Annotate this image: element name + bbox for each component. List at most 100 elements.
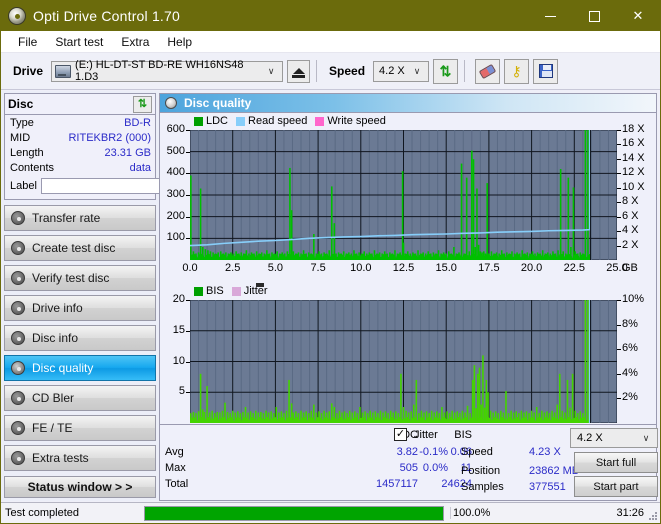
app-window: Opti Drive Control 1.70 ✕ File Start tes… [0,0,661,524]
sidebar-item-fe-te[interactable]: FE / TE [4,415,156,441]
sidebar-item-extra-tests[interactable]: Extra tests [4,445,156,471]
menu-item-extra[interactable]: Extra [112,33,158,51]
samples-stat-value: 377551 [529,481,566,493]
tick [186,195,190,196]
legend-label: Read speed [248,115,308,127]
bis-jitter-chart-y2tick: 6% [622,342,638,355]
sidebar-item-disc-quality[interactable]: Disc quality [4,355,156,381]
toolbar: Drive (E:) HL-DT-ST BD-RE WH16NS48 1.D3 … [1,53,660,90]
bis-jitter-chart-ytick: 15 [172,323,185,336]
tick [186,392,190,394]
progress-bar [144,505,444,521]
tick [186,238,190,240]
resize-grip[interactable] [647,510,657,520]
erase-button[interactable] [475,58,501,84]
disc-icon [11,331,25,345]
legend-item: Read speed [236,115,307,127]
ldc-chart [190,130,617,260]
start-part-button[interactable]: Start part [574,476,658,497]
tick [186,300,190,301]
ldc-chart-y2tick: 12 X [622,166,645,179]
ldc-chart-xtick: 2.5 [225,262,241,274]
start-full-button[interactable]: Start full [574,452,658,473]
legend-swatch-icon [231,286,241,296]
stats-ldc-total: 1457117 [375,478,418,490]
sidebar-item-verify-test-disc[interactable]: Verify test disc [4,265,156,291]
drive-icon [55,64,72,78]
disc-icon [11,391,25,405]
disc-icon [11,451,25,465]
legend-item: BIS [194,285,224,297]
save-button[interactable] [533,58,559,84]
bis-jitter-chart-ytick: 20 [172,293,185,305]
sidebar-item-transfer-rate[interactable]: Transfer rate [4,205,156,231]
bis-jitter-chart [190,300,617,423]
menu-item-start-test[interactable]: Start test [46,33,112,51]
ldc-chart-y2tick: 16 X [622,137,645,150]
window-controls: ✕ [528,1,660,31]
sidebar-item-label: Transfer rate [32,211,101,225]
ldc-chart-y2tick: 8 X [622,195,639,208]
sidebar: Disc ⇅ Type BD-R MID RITEKBR2 (000) Leng… [1,91,242,501]
disc-icon [11,241,25,255]
eject-icon [292,67,305,74]
tick [186,361,190,363]
test-speed-select[interactable]: 4.2 X ∨ [570,428,658,448]
sidebar-item-cd-bler[interactable]: CD Bler [4,385,156,411]
tick [617,144,621,146]
menu-item-help[interactable]: Help [158,33,201,51]
sidebar-item-drive-info[interactable]: Drive info [4,295,156,321]
tick [617,245,621,247]
minimize-button[interactable] [528,1,572,31]
ldc-chart-xtick: 10.0 [350,262,372,274]
drive-select[interactable]: (E:) HL-DT-ST BD-RE WH16NS48 1.D3 ∨ [51,59,284,83]
tick [617,202,621,204]
tick [617,349,621,351]
jitter-checkbox[interactable]: ✓ [394,428,407,441]
menu-item-file[interactable]: File [9,33,46,51]
tick [617,300,621,301]
speed-select[interactable]: 4.2 X ∨ [373,60,430,82]
speed-stat-label: Speed [461,446,493,458]
ldc-chart-y2tick: 10 X [622,180,645,193]
ldc-chart-y2tick: 2 X [622,238,639,251]
sidebar-item-label: FE / TE [32,421,73,435]
title-bar: Opti Drive Control 1.70 ✕ [1,1,660,31]
status-window-button[interactable]: Status window > > [4,476,156,498]
save-icon [538,64,553,78]
stats-panel: LDC BIS ✓ Jitter Avg Max Total 3.82 505 … [160,424,658,500]
bis-jitter-chart-y2tick: 4% [622,366,638,379]
close-icon[interactable]: ✕ [616,1,660,31]
stats-row-avg: Avg [165,446,184,458]
legend-label: Write speed [327,115,386,127]
position-stat-value: 23862 MB [529,465,580,477]
drive-label: Drive [13,64,44,78]
maximize-button[interactable] [572,1,616,31]
ldc-chart-y2tick: 14 X [622,151,645,164]
refresh-button[interactable]: ⇅ [433,58,459,84]
bis-jitter-chart-y2tick: 8% [622,317,638,330]
disc-quality-icon [165,97,177,109]
disc-panel: Disc ⇅ Type BD-R MID RITEKBR2 (000) Leng… [4,93,242,200]
sidebar-nav: Transfer rate Create test disc Verify te… [4,205,156,475]
bis-jitter-chart-ytick: 10 [172,354,185,367]
tick [617,187,621,189]
tick [617,324,621,326]
tick [617,130,621,131]
sidebar-item-disc-info[interactable]: Disc info [4,325,156,351]
sidebar-item-create-test-disc[interactable]: Create test disc [4,235,156,261]
jitter-marker-icon [256,283,264,287]
eject-button[interactable] [287,59,311,83]
disc-row-length: Length 23.31 GB [5,145,155,160]
disc-icon [11,421,25,435]
sidebar-item-label: Extra tests [32,451,89,465]
disc-row-contents-value: data [129,161,151,174]
legend-swatch-icon [194,286,203,296]
key-button[interactable]: ⚷ [504,58,530,84]
stats-jitter-max: 0.0% [422,462,448,474]
chevron-down-icon: ∨ [642,432,650,443]
key-icon: ⚷ [511,63,522,79]
legend-item: Write speed [315,115,386,127]
disc-refresh-button[interactable]: ⇅ [133,95,152,113]
menu-bar: File Start test Extra Help [1,31,660,53]
